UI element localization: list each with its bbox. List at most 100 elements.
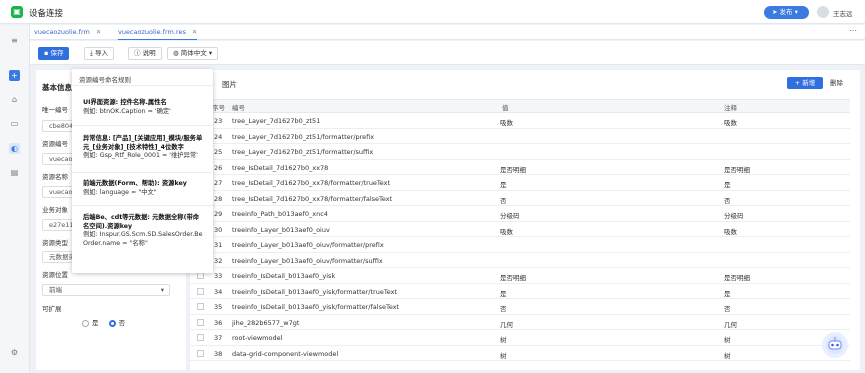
cell-no: 26 (214, 163, 223, 172)
table-row[interactable]: 28 tree_IsDetail_7d1627b0_xx78/formatter/… (190, 191, 850, 206)
cell-value: 树 (500, 351, 507, 360)
table-row[interactable]: 36 jihe_282b6577_w7gt 几何 几何 (190, 315, 850, 330)
cell-value: 吸数 (500, 227, 513, 236)
field-label: 资源位置 (42, 271, 68, 279)
help-button[interactable]: ⓘ 说明 (128, 47, 162, 60)
home-icon[interactable]: ⌂ (9, 94, 20, 105)
cell-no: 34 (214, 287, 223, 296)
table-row[interactable]: 32 treeinfo_Layer_b013aef0_oiuv/formatter… (190, 253, 850, 268)
cell-code: tree_Layer_7d1627b0_zt51 (232, 117, 321, 125)
radio-no[interactable]: 否 (108, 319, 125, 327)
table-row[interactable]: 35 treeinfo_IsDetail_b013aef0_yisk/format… (190, 299, 850, 315)
delete-button[interactable]: 删除 (830, 77, 843, 89)
rule-head: 异常信息: [产品]_[关键应用]_模块/服务单元_[业务对象]_[技术特性]_… (83, 135, 203, 151)
save-label: 保存 (50, 49, 64, 57)
table-row[interactable]: 34 treeinfo_IsDetail_b013aef0_yisk/format… (190, 284, 850, 299)
gear-icon[interactable]: ⚙ (9, 347, 20, 358)
row-checkbox[interactable] (197, 303, 204, 310)
cell-code: treeinfo_Path_b013aef0_xnc4 (232, 210, 328, 218)
cell-note: 吸数 (724, 119, 737, 127)
tab-frm-res[interactable]: vuecaozuolie.frm.res ✕ (118, 27, 198, 40)
cell-no: 33 (214, 272, 223, 280)
close-icon[interactable]: ✕ (96, 28, 101, 36)
cell-no: 29 (214, 210, 223, 218)
globe-icon: ◍ (173, 49, 181, 57)
row-checkbox[interactable] (197, 334, 204, 341)
table-row[interactable]: 30 treeinfo_Layer_b013aef0_oiuv 吸数 吸数 (190, 222, 850, 237)
table-row[interactable]: 31 treeinfo_Layer_b013aef0_oiuv/formatter… (190, 237, 850, 253)
row-checkbox[interactable] (197, 287, 204, 295)
cell-note: 是否明细 (724, 165, 750, 174)
assistant-robot-icon[interactable] (822, 332, 848, 358)
monitor-icon[interactable]: ▭ (9, 118, 20, 129)
help-label: 说明 (142, 49, 156, 57)
column-header: 序号 (212, 104, 225, 112)
divider (72, 172, 213, 173)
cell-no: 35 (214, 303, 223, 311)
table-row[interactable]: 26 tree_IsDetail_7d1627b0_xx78 是否明细 是否明细 (190, 160, 850, 175)
resource-icon[interactable]: ◐ (9, 143, 20, 154)
divider (72, 85, 213, 86)
rule-frontend: 前端元数据(Form、帮助): 资源key 例如: language = "中文" (83, 180, 203, 197)
save-button[interactable]: ▪ 保存 (38, 47, 70, 60)
cell-note: 是 (724, 181, 731, 189)
table-row[interactable]: 33 treeinfo_IsDetail_b013aef0_yisk 是否明细 是否明… (190, 268, 850, 284)
row-checkbox[interactable] (197, 272, 204, 279)
table-row[interactable]: 24 tree_Layer_7d1627b0_zt51/formatter/pre… (190, 129, 850, 144)
location-value: 前端 (49, 286, 62, 294)
close-icon[interactable]: ✕ (192, 28, 197, 36)
cell-note: 是 (724, 289, 731, 298)
add-icon[interactable]: + (9, 70, 20, 81)
cell-code: data-grid-component-viewmodel (232, 349, 339, 358)
cell-no: 30 (214, 225, 223, 234)
rule-exception: 异常信息: [产品]_[关键应用]_模块/服务单元_[业务对象]_[技术特性]_… (83, 135, 203, 161)
field-label: 资源编号 (42, 140, 68, 148)
cell-value: 几何 (500, 320, 513, 329)
panel-title: 基本信息 (42, 83, 72, 92)
row-checkbox[interactable] (197, 349, 204, 357)
column-header: 值 (502, 104, 509, 112)
cell-no: 38 (214, 349, 223, 358)
table-row[interactable]: 25 tree_Layer_7d1627b0_zt51/formatter/suf… (190, 144, 850, 160)
side-nav: ≡ + ⌂ ▭ ◐ ▤ ⚙ (0, 25, 30, 373)
more-icon[interactable]: ⋯ (849, 26, 857, 35)
resource-table-panel: 图片 + 新增 删除 序号 编号 值 注释 23 tree_Layer_7d162… (190, 70, 860, 370)
divider (72, 125, 213, 126)
cell-code: jihe_282b6577_w7gt (232, 318, 300, 327)
language-select[interactable]: ◍ 简体中文 ▾ (167, 47, 219, 60)
cell-no: 32 (214, 256, 223, 265)
avatar[interactable] (817, 6, 829, 18)
rule-example: 例如: Inspur.GS.Scm.SD.SalesOrder.BeOrder.… (83, 231, 203, 247)
cell-code: tree_Layer_7d1627b0_zt51/formatter/prefi… (232, 132, 375, 141)
tab-frm[interactable]: vuecaozuolie.frm ✕ (34, 27, 101, 40)
table-row[interactable]: 27 tree_IsDetail_7d1627b0_xx78/formatter/… (190, 175, 850, 191)
cell-note: 吸数 (724, 227, 737, 236)
panel-title: 图片 (222, 80, 237, 89)
language-label: 简体中文 (180, 49, 207, 57)
cell-value: 否 (500, 196, 507, 205)
publish-button[interactable]: ➤ 发布 ▾ (764, 6, 809, 19)
cell-code: treeinfo_IsDetail_b013aef0_yisk/formatte… (232, 303, 400, 311)
cell-code: tree_IsDetail_7d1627b0_xx78/formatter/fa… (232, 194, 393, 203)
rule-example: 例如: btnOK.Caption = '确定' (83, 107, 171, 115)
radio-yes[interactable]: 是 (82, 319, 99, 327)
menu-icon[interactable]: ≡ (9, 35, 20, 46)
rule-example: 例如: Gsp_Rtf_Role_0001 = '维护异常' (83, 152, 198, 159)
row-checkbox[interactable] (197, 318, 204, 326)
add-button[interactable]: + 新增 (787, 77, 823, 89)
cell-code: tree_IsDetail_7d1627b0_xx78/formatter/tr… (232, 179, 391, 187)
radio-yes-label: 是 (92, 319, 99, 327)
import-button[interactable]: ⤓ 导入 (84, 47, 114, 60)
resource-location-select[interactable]: 前端 ▾ (42, 284, 170, 296)
table-row[interactable]: 37 root-viewmodel 树 树 (190, 330, 850, 346)
table-row[interactable]: 29 treeinfo_Path_b013aef0_xnc4 分级码 分级码 (190, 206, 850, 222)
table-row[interactable]: 23 tree_Layer_7d1627b0_zt51 吸数 吸数 (190, 113, 850, 129)
title-bar: ▣ 设备连接 ➤ 发布 ▾ 王志远 (0, 0, 865, 24)
table-row[interactable]: 38 data-grid-component-viewmodel 树 树 (190, 346, 850, 361)
field-label: 资源名称 (42, 173, 68, 181)
field-label: 唯一编号 (42, 106, 68, 114)
divider (72, 205, 213, 206)
toolbar: ▪ 保存 ⤓ 导入 ⓘ 说明 ◍ 简体中文 ▾ (30, 41, 865, 65)
column-header: 注释 (724, 104, 737, 112)
file-icon[interactable]: ▤ (9, 167, 20, 178)
